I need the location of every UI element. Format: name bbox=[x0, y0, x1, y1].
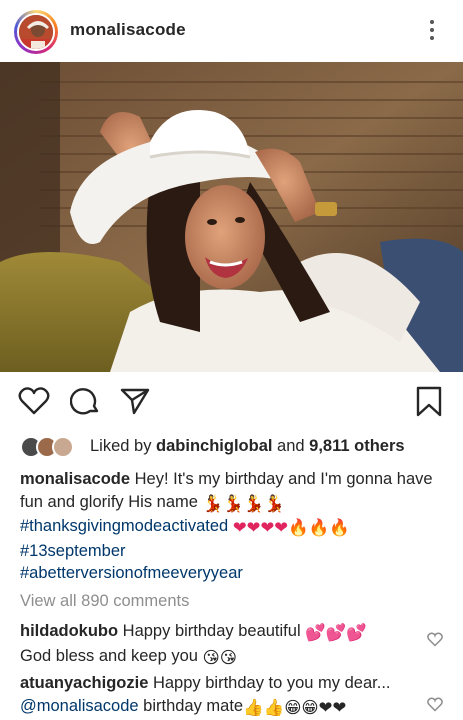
post-photo[interactable] bbox=[0, 62, 463, 372]
liker-username[interactable]: dabinchiglobal bbox=[156, 437, 272, 455]
bookmark-icon[interactable] bbox=[415, 386, 443, 423]
hashtag-link[interactable]: #13september bbox=[20, 542, 126, 560]
hashtag-link[interactable]: #abetterversionofmeeveryyear bbox=[20, 564, 243, 582]
hashtag-link[interactable]: #thanksgivingmodeactivated bbox=[20, 517, 228, 535]
comment-like-heart-icon[interactable] bbox=[427, 697, 443, 717]
liker-avatar bbox=[52, 436, 74, 458]
comment-username[interactable]: atuanyachigozie bbox=[20, 674, 148, 692]
comment-username[interactable]: hildadokubo bbox=[20, 622, 118, 640]
action-bar bbox=[0, 376, 463, 430]
likes-prefix: Liked by bbox=[90, 437, 157, 455]
mention-link[interactable]: @monalisacode bbox=[20, 697, 139, 715]
comment-text: Happy birthday to you my dear... bbox=[148, 674, 391, 692]
likes-row[interactable]: Liked by dabinchiglobal and 9,811 others bbox=[20, 434, 460, 460]
comment-emoji: 💕💕💕 bbox=[305, 624, 367, 642]
caption-emoji-hearts-fire: ❤❤❤❤🔥🔥🔥 bbox=[232, 519, 350, 537]
post-header: monalisacode bbox=[0, 0, 463, 62]
likes-and: and bbox=[272, 437, 310, 455]
comment-text: birthday mate bbox=[138, 696, 244, 715]
send-paper-plane-icon[interactable] bbox=[120, 386, 150, 421]
likes-text: Liked by dabinchiglobal and 9,811 others bbox=[90, 437, 405, 456]
liker-avatars bbox=[20, 436, 86, 458]
comment-item: atuanyachigozie Happy birthday to you my… bbox=[20, 672, 420, 719]
caption-username[interactable]: monalisacode bbox=[20, 470, 130, 488]
comment-like-heart-icon[interactable] bbox=[427, 632, 443, 652]
avatar-image bbox=[17, 13, 55, 51]
comment-item: hildadokubo Happy birthday beautiful 💕💕💕… bbox=[20, 620, 420, 669]
post-caption: monalisacode Hey! It's my birthday and I… bbox=[20, 468, 450, 585]
caption-emoji-dancers: 💃💃💃💃 bbox=[202, 494, 285, 513]
likes-count[interactable]: 9,811 others bbox=[309, 437, 404, 455]
profile-avatar[interactable] bbox=[14, 10, 58, 54]
comment-emoji: 👍👍😁😁❤❤ bbox=[243, 698, 347, 717]
comment-text: Happy birthday beautiful bbox=[118, 622, 306, 640]
view-all-comments-link[interactable]: View all 890 comments bbox=[20, 592, 189, 611]
comment-text: God bless and keep you bbox=[20, 646, 203, 665]
comment-bubble-icon[interactable] bbox=[69, 386, 100, 421]
heart-outline-icon[interactable] bbox=[18, 386, 50, 421]
more-options-icon[interactable] bbox=[424, 18, 440, 44]
comment-emoji: 😘😘 bbox=[202, 648, 237, 667]
post-username[interactable]: monalisacode bbox=[70, 20, 186, 40]
